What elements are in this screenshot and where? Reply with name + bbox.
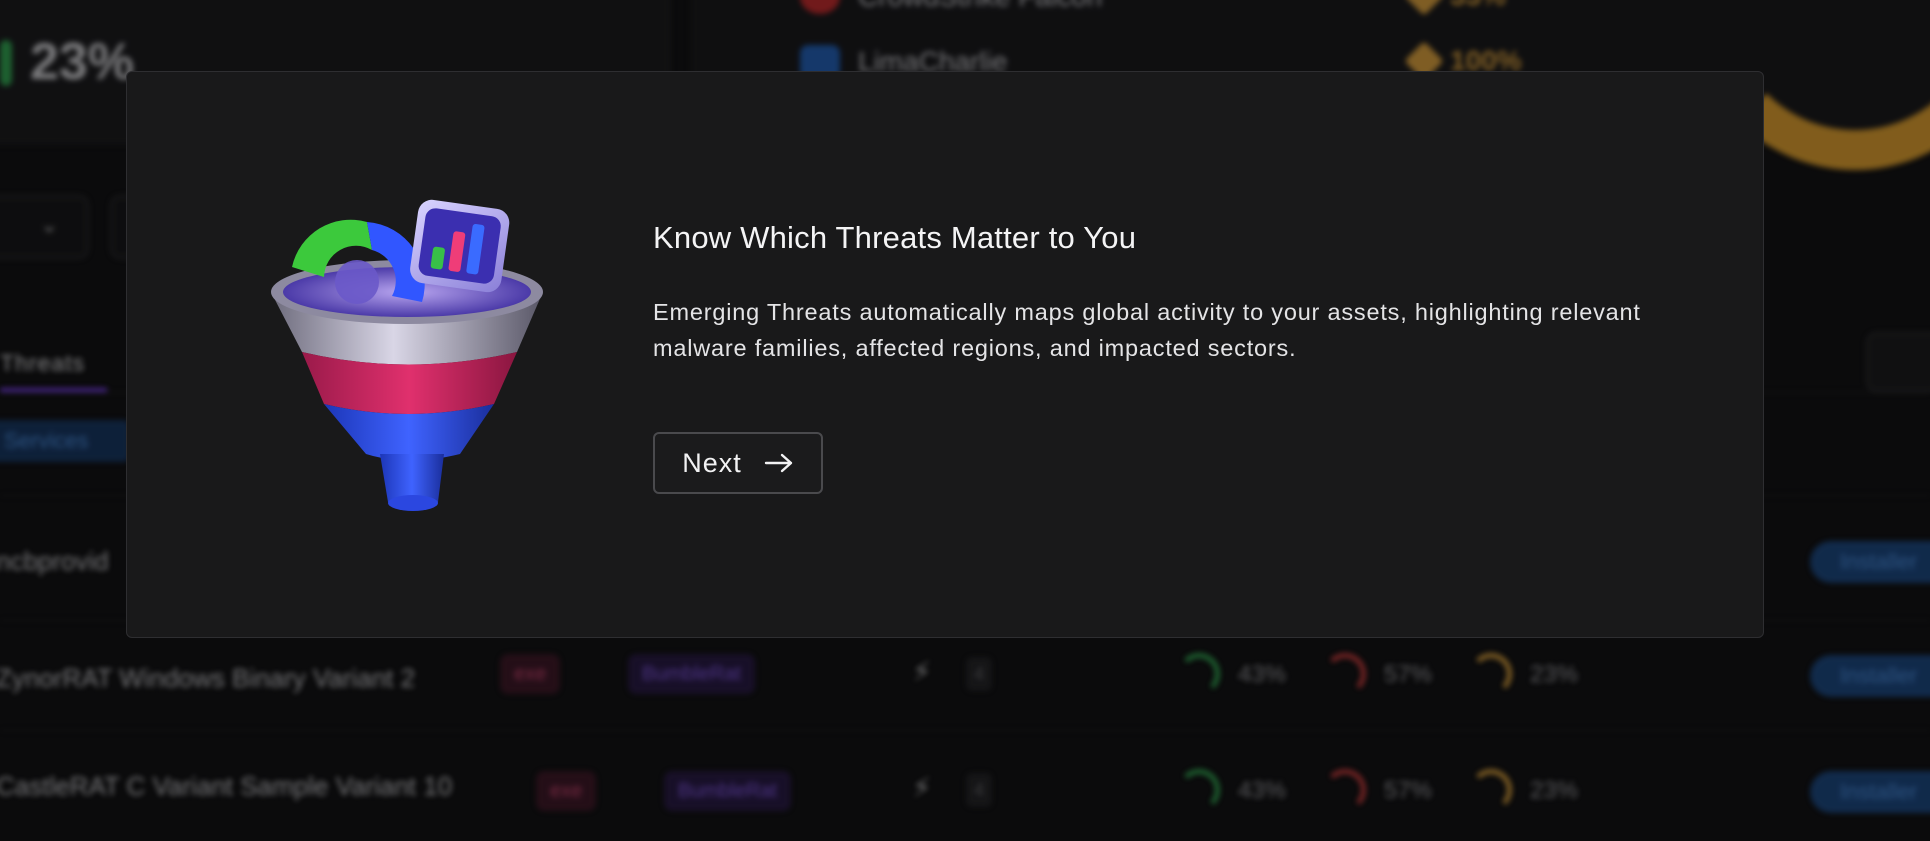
vendor-row: CrowdStrike Falcon xyxy=(800,0,1102,14)
crowdstrike-icon xyxy=(800,0,840,14)
threat-name: ncbprovid xyxy=(0,546,109,576)
vendor-name: CrowdStrike Falcon xyxy=(858,0,1102,13)
file-type-tag: exe xyxy=(500,654,561,694)
ring-percent: 43% xyxy=(1238,777,1287,804)
next-button-label: Next xyxy=(682,447,742,478)
green-indicator-icon xyxy=(0,40,12,86)
progress-ring-icon xyxy=(1324,653,1366,695)
ring-percent: 43% xyxy=(1238,661,1287,688)
threat-name: CastleRAT C Variant Sample Variant 10 xyxy=(0,771,453,801)
category-chip[interactable]: Services xyxy=(0,420,130,462)
onboarding-modal: Know Which Threats Matter to You Emergin… xyxy=(126,71,1764,638)
chevron-down-icon: ⌄ xyxy=(40,212,59,237)
count-badge: 4 xyxy=(966,657,992,691)
ring-percent: 57% xyxy=(1384,661,1433,688)
progress-ring-icon xyxy=(1324,769,1366,811)
table-row[interactable]: CastleRAT C Variant Sample Variant 10 ex… xyxy=(0,730,1930,841)
progress-ring-icon xyxy=(1178,769,1220,811)
ring-percent: 57% xyxy=(1384,777,1433,804)
tab-threats[interactable]: Threats xyxy=(0,350,85,377)
funnel-analytics-illustration-icon xyxy=(271,199,543,511)
installer-pill: Installer xyxy=(1810,771,1930,813)
progress-ring-icon xyxy=(1178,653,1220,695)
installer-pill: Installer xyxy=(1810,655,1930,697)
bolt-icon: ⚡ xyxy=(912,656,932,687)
next-button[interactable]: Next xyxy=(653,432,823,494)
family-tag: BumbleRat xyxy=(664,771,791,811)
threat-name: ZynorRAT Windows Binary Variant 2 xyxy=(0,663,416,693)
progress-ring-icon xyxy=(1470,769,1512,811)
installer-pill: Installer xyxy=(1810,541,1930,583)
count-badge: 4 xyxy=(966,773,992,807)
home-button[interactable] xyxy=(1866,332,1930,392)
family-tag: BumbleRat xyxy=(628,654,755,694)
bolt-icon: ⚡ xyxy=(912,772,932,803)
vendor-percent: 33% xyxy=(1404,0,1506,16)
arrow-right-icon xyxy=(764,453,792,473)
file-type-tag: exe xyxy=(536,771,597,811)
ring-percent: 23% xyxy=(1530,777,1579,804)
modal-description: Emerging Threats automatically maps glob… xyxy=(653,299,1641,361)
modal-title: Know Which Threats Matter to You xyxy=(653,220,1137,255)
summary-percent: 23% xyxy=(30,33,135,91)
ring-percent: 23% xyxy=(1530,661,1579,688)
progress-ring-icon xyxy=(1470,653,1512,695)
